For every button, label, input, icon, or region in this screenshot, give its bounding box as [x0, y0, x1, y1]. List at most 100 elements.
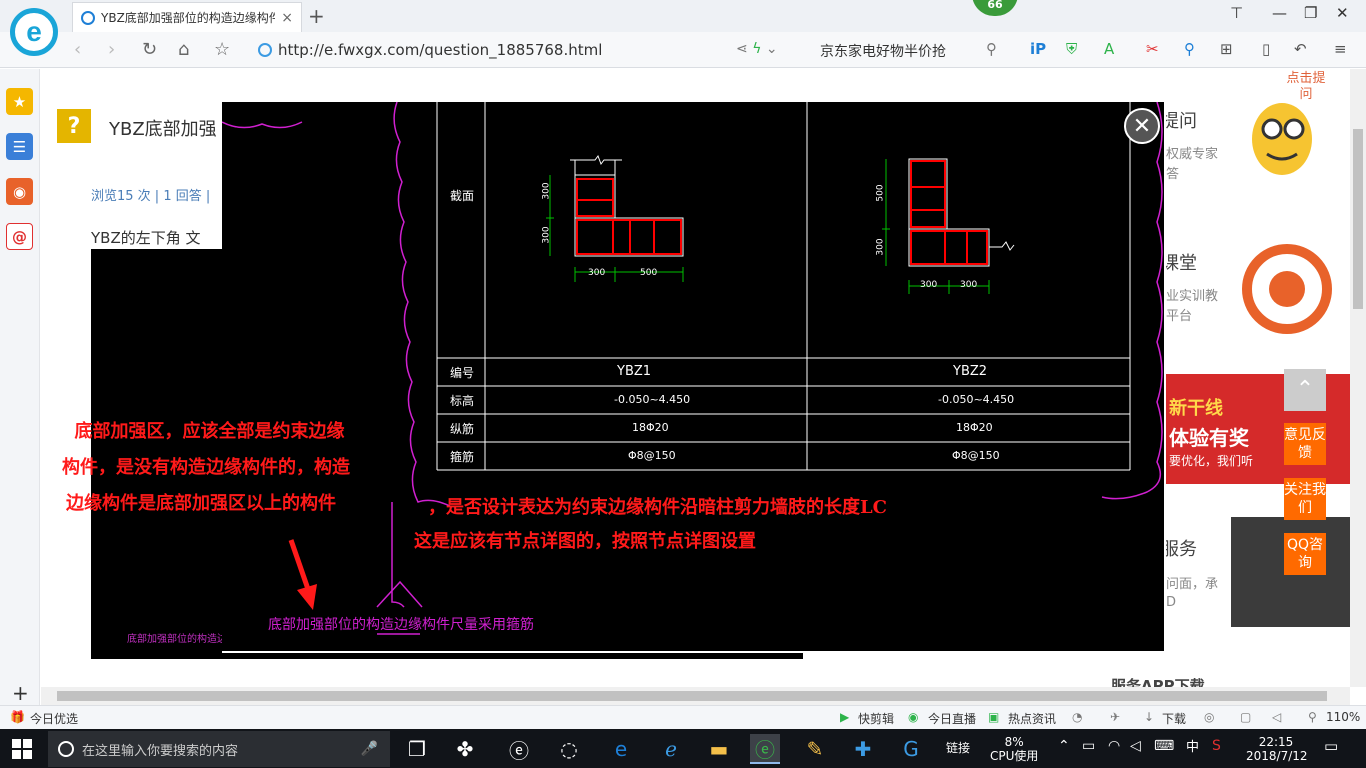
cpu-usage[interactable]: 8% CPU使用	[990, 735, 1038, 763]
qq-consult-button[interactable]: QQ咨询	[1284, 533, 1326, 575]
course-subtext-2: 平台	[1166, 309, 1193, 324]
ybz2-dim-lower: 300	[875, 238, 886, 256]
ask-heading[interactable]: 提问	[1161, 107, 1197, 133]
share-icon[interactable]: ⋖ ϟ ⌄	[736, 41, 778, 57]
close-window-icon[interactable]: ✕	[1336, 4, 1349, 22]
schedule-table	[436, 102, 1131, 471]
microphone-icon[interactable]: 🎤	[361, 741, 378, 757]
undo-close-icon[interactable]: ↶	[1294, 40, 1307, 58]
horizontal-scroll-thumb[interactable]	[57, 691, 1327, 701]
plugin-icon[interactable]: iP	[1030, 40, 1046, 58]
ybz2-longitudinal: 18Φ20	[956, 421, 993, 434]
browser-logo[interactable]: e	[10, 8, 58, 56]
reading-mode-icon[interactable]: ▯	[1262, 40, 1270, 58]
g-app-icon[interactable]: G	[896, 734, 926, 764]
fan-app-icon[interactable]: ✤	[450, 734, 480, 764]
download-link[interactable]: 下载	[1162, 710, 1186, 727]
active-browser-icon[interactable]: ⓔ	[750, 734, 780, 764]
image-viewer[interactable]: 截面 编号 标高 纵筋 箍筋 YBZ1 -0.050~4.450 18Φ20 Φ…	[222, 102, 1166, 653]
skin-icon[interactable]: ⊤	[1230, 4, 1243, 22]
translate-icon[interactable]: A	[1104, 40, 1114, 58]
weibo-icon[interactable]: ◉	[6, 178, 33, 205]
horizontal-scrollbar[interactable]	[41, 687, 1350, 705]
score-badge[interactable]: 66	[972, 0, 1018, 16]
reading-list-icon[interactable]: ☰	[6, 133, 33, 160]
file-explorer-icon[interactable]: ▬	[704, 734, 734, 764]
ybz2-dim-width-1: 300	[920, 280, 938, 290]
speed-icon[interactable]: ✈	[1110, 710, 1120, 724]
ybz1-dim-width-1: 300	[588, 268, 606, 278]
vertical-scrollbar[interactable]	[1350, 69, 1366, 687]
swirl-app-icon[interactable]: ◌	[554, 734, 584, 764]
live-icon: ◉	[908, 710, 919, 724]
tab-close-icon[interactable]: ×	[281, 10, 293, 26]
kuaijian-icon: ▶	[840, 710, 850, 724]
feedback-button[interactable]: 意见反馈	[1284, 423, 1326, 465]
today-picks-link[interactable]: 今日优选	[30, 710, 78, 727]
back-to-top-button[interactable]: ⌃	[1284, 369, 1326, 411]
battery-icon[interactable]: ▭	[1082, 739, 1095, 753]
title-bar: YBZ底部加强部位的构造边缘构件 × + 66 ⊤ — ❐ ✕	[0, 0, 1366, 32]
ie-icon[interactable]: ℯ	[656, 734, 686, 764]
follow-button[interactable]: 关注我们	[1284, 478, 1326, 520]
forward-icon[interactable]: ›	[108, 39, 115, 60]
bubble-text[interactable]: 点击提问	[1281, 71, 1331, 111]
minimize-icon[interactable]: —	[1272, 4, 1287, 22]
windows-start-icon[interactable]	[12, 739, 32, 759]
taskbar-search-placeholder[interactable]: 在这里输入你要搜索的内容	[82, 740, 361, 759]
browser-tab[interactable]: YBZ底部加强部位的构造边缘构件 ×	[72, 2, 302, 32]
site-info-icon[interactable]	[258, 43, 272, 57]
menu-icon[interactable]: ≡	[1334, 40, 1347, 58]
apps-grid-icon[interactable]: ⊞	[1220, 40, 1233, 58]
url-field[interactable]: http://e.fwxgx.com/question_1885768.html	[258, 38, 808, 62]
row-label-section: 截面	[450, 189, 475, 203]
link-label[interactable]: 链接	[946, 741, 970, 755]
mute-icon[interactable]: ◁	[1272, 710, 1281, 724]
email-at-icon[interactable]: @	[6, 223, 33, 250]
screenshot-scissors-icon[interactable]: ✂	[1146, 40, 1159, 58]
accelerate-icon[interactable]: ◔	[1072, 710, 1082, 724]
clean-icon[interactable]: ◎	[1204, 710, 1214, 724]
refresh-icon[interactable]: ↻	[142, 39, 157, 60]
home-icon[interactable]: ⌂	[178, 39, 189, 60]
ask-subtext-2: 答	[1166, 167, 1180, 182]
edge-icon[interactable]: e	[606, 734, 636, 764]
taskbar-search[interactable]: 在这里输入你要搜索的内容 🎤	[48, 731, 390, 767]
notification-icon[interactable]: ▭	[1324, 739, 1338, 754]
service-heading[interactable]: 服务	[1161, 535, 1197, 561]
kuaijian-link[interactable]: 快剪辑	[858, 710, 894, 727]
wifi-icon[interactable]: ◠	[1108, 739, 1120, 753]
payment-shield-icon[interactable]: ⛨	[1066, 40, 1077, 58]
restore-icon[interactable]: ❐	[1304, 4, 1317, 22]
keyboard-icon[interactable]: ⌨	[1154, 739, 1174, 753]
find-icon[interactable]: ⚲	[1184, 40, 1195, 58]
clock[interactable]: 22:15 2018/7/12	[1246, 735, 1308, 763]
notes-app-icon[interactable]: ✎	[800, 734, 830, 764]
course-heading[interactable]: 课堂	[1161, 249, 1197, 275]
app-download-heading[interactable]: 服务APP下载	[1111, 675, 1205, 687]
live-link[interactable]: 今日直播	[928, 710, 976, 727]
zoom-level[interactable]: 110%	[1326, 710, 1360, 724]
search-icon[interactable]: ⚲	[986, 40, 997, 58]
ime-indicator[interactable]: 中	[1186, 741, 1199, 755]
back-icon[interactable]: ‹	[74, 39, 81, 60]
new-tab-button[interactable]: +	[308, 4, 325, 28]
favorites-star-icon[interactable]: ★	[6, 88, 33, 115]
sidebar-add-icon[interactable]: +	[12, 681, 29, 705]
tray-up-arrow-icon[interactable]: ⌃	[1058, 739, 1070, 753]
search-input[interactable]: 京东家电好物半价抢	[820, 41, 946, 61]
browser-e-icon[interactable]: ⓔ	[504, 734, 534, 764]
url-text[interactable]: http://e.fwxgx.com/question_1885768.html	[278, 41, 602, 59]
task-view-icon[interactable]: ❐	[402, 734, 432, 764]
gift-icon[interactable]: 🎁	[10, 710, 25, 724]
close-viewer-button[interactable]: ✕	[1124, 108, 1160, 144]
volume-icon[interactable]: ◁	[1130, 739, 1141, 753]
news-link[interactable]: 热点资讯	[1008, 710, 1056, 727]
vertical-scroll-thumb[interactable]	[1353, 129, 1363, 309]
tab-title: YBZ底部加强部位的构造边缘构件	[101, 11, 276, 25]
sogou-icon[interactable]: S	[1212, 739, 1221, 753]
favorite-star-icon[interactable]: ☆	[214, 39, 230, 60]
window-icon[interactable]: ▢	[1240, 710, 1251, 724]
plus-app-icon[interactable]: ✚	[848, 734, 878, 764]
ybz2-elevation: -0.050~4.450	[938, 393, 1015, 406]
